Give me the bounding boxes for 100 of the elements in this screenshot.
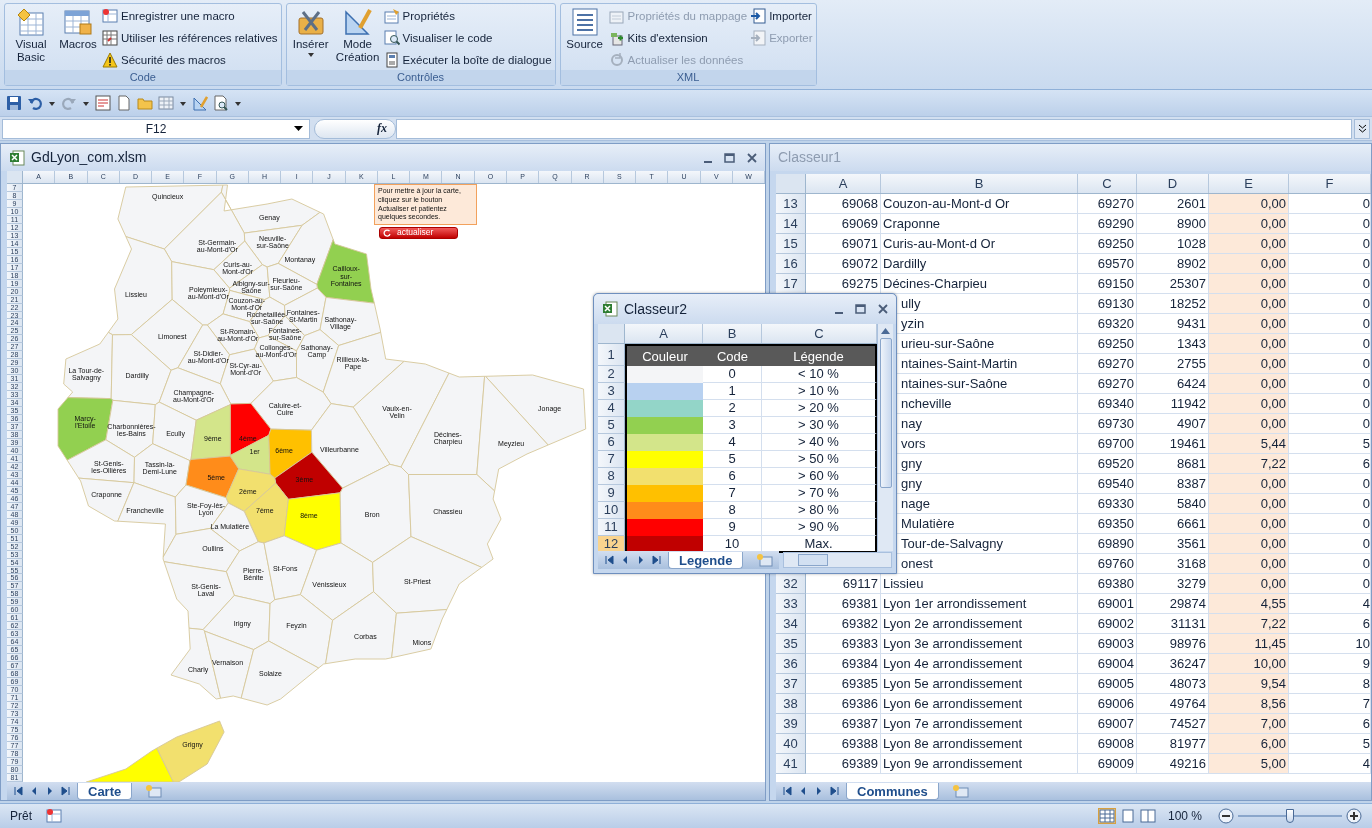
toolbar-button[interactable]	[6, 95, 22, 111]
row-header[interactable]: 14	[776, 214, 806, 234]
row-header[interactable]: 9	[598, 485, 625, 502]
row-header[interactable]: 1	[598, 344, 625, 366]
column-header[interactable]: A	[806, 174, 881, 193]
close-button[interactable]	[878, 304, 888, 314]
ribbon-button[interactable]: Sécurité des macros	[102, 51, 278, 69]
table-cell: 0	[1289, 194, 1371, 214]
ribbon-button[interactable]: Utiliser les références relatives	[102, 29, 278, 47]
row-header[interactable]: 16	[776, 254, 806, 274]
column-header[interactable]: F	[1289, 174, 1371, 193]
vertical-scrollbar[interactable]	[877, 324, 893, 551]
sheet-nav-button[interactable]	[814, 786, 824, 796]
table-cell: 0	[1289, 394, 1371, 414]
sheet-nav-button[interactable]	[45, 786, 55, 796]
page-layout-button[interactable]	[1119, 809, 1136, 823]
sheet-tab[interactable]: Communes	[846, 782, 939, 800]
zoom-slider[interactable]	[1238, 809, 1342, 823]
function-button[interactable]: fx	[314, 118, 396, 139]
zoom-in-button[interactable]	[1346, 808, 1362, 824]
table-cell: 8,56	[1209, 694, 1289, 714]
toolbar-button[interactable]	[48, 99, 56, 107]
macro-record-button[interactable]	[46, 808, 62, 824]
ribbon-button[interactable]: Exécuter la boîte de dialogue	[383, 51, 552, 69]
row-header[interactable]: 32	[776, 574, 806, 594]
row-header[interactable]: 34	[776, 614, 806, 634]
row-header[interactable]: 8	[598, 468, 625, 485]
table-cell: 6	[1289, 614, 1371, 634]
row-header[interactable]: 13	[776, 194, 806, 214]
row-header[interactable]: 41	[776, 754, 806, 774]
row-header[interactable]: 17	[776, 274, 806, 294]
column-header[interactable]: E	[1209, 174, 1289, 193]
maximize-button[interactable]	[724, 152, 735, 163]
page-break-button[interactable]	[1139, 809, 1156, 823]
import-icon	[750, 8, 767, 24]
sheet-tab[interactable]: Legende	[668, 551, 744, 569]
row-header[interactable]: 33	[776, 594, 806, 614]
row-header[interactable]: 3	[598, 383, 625, 400]
row-header[interactable]: 37	[776, 674, 806, 694]
ribbon-button[interactable]: Macros	[57, 6, 99, 70]
toolbar-button[interactable]	[82, 99, 90, 107]
row-header[interactable]: 4	[598, 400, 625, 417]
ribbon-button[interactable]: Mode Création	[334, 6, 381, 70]
row-header[interactable]: 36	[776, 654, 806, 674]
column-header[interactable]: B	[881, 174, 1078, 193]
refresh-button[interactable]: actualiser	[379, 227, 458, 239]
toolbar-button[interactable]	[179, 99, 187, 107]
table-cell: 69069	[806, 214, 881, 234]
minimize-icon	[704, 160, 712, 163]
horizontal-scrollbar[interactable]	[783, 552, 892, 568]
column-header[interactable]: D	[1137, 174, 1209, 193]
row-header[interactable]: 11	[598, 519, 625, 536]
ribbon-button[interactable]: Enregistrer une macro	[102, 7, 278, 25]
table-cell: 0	[1289, 274, 1371, 294]
toolbar-button[interactable]	[234, 99, 242, 107]
sheet-tab[interactable]: Carte	[77, 782, 133, 800]
sheet-nav-button[interactable]	[636, 555, 646, 565]
formula-field[interactable]	[396, 118, 1352, 139]
ribbon-button[interactable]: Visual Basic	[8, 6, 54, 70]
maximize-button[interactable]	[855, 304, 866, 314]
ribbon-button[interactable]: Importer	[750, 7, 813, 25]
zoom-out-button[interactable]	[1218, 808, 1234, 824]
ribbon-button[interactable]: Visualiser le code	[383, 29, 552, 47]
split-page-icon	[1139, 809, 1156, 823]
ribbon-button[interactable]: Propriétés	[383, 7, 552, 25]
column-header[interactable]: C	[1078, 174, 1137, 193]
row-header[interactable]: 39	[776, 714, 806, 734]
sheet-nav-button[interactable]	[652, 555, 662, 565]
ribbon-button[interactable]: Source	[563, 6, 606, 70]
column-header[interactable]: B	[703, 324, 762, 343]
name-box[interactable]: F12	[2, 118, 310, 139]
row-header[interactable]: 5	[598, 417, 625, 434]
close-icon	[878, 304, 888, 314]
toolbar-button[interactable]	[213, 95, 229, 111]
row-header[interactable]: 15	[776, 234, 806, 254]
first-sheet-icon	[782, 786, 792, 796]
expand-button[interactable]	[1354, 118, 1370, 139]
normal-view-button[interactable]	[1097, 808, 1116, 824]
row-header[interactable]: 10	[598, 502, 625, 519]
row-header[interactable]: 38	[776, 694, 806, 714]
row-header[interactable]: 2	[598, 366, 625, 383]
export-icon	[750, 30, 767, 46]
row-header[interactable]: 7	[598, 451, 625, 468]
row-header[interactable]: 6	[598, 434, 625, 451]
sheet-nav-button[interactable]	[604, 555, 614, 565]
ribbon-button[interactable]: Kits d'extension	[608, 29, 748, 47]
zoom-level[interactable]: 100 %	[1167, 807, 1202, 825]
row-header[interactable]: 40	[776, 734, 806, 754]
table-cell: 69290	[1078, 214, 1137, 234]
sheet-nav-button[interactable]	[13, 786, 23, 796]
sheet-nav-button[interactable]	[830, 786, 840, 796]
sheet-nav-button[interactable]	[782, 786, 792, 796]
sheet-nav-button[interactable]	[61, 786, 71, 796]
toolbar-button[interactable]	[27, 95, 43, 111]
row-header[interactable]: 35	[776, 634, 806, 654]
table-cell: 2	[703, 400, 762, 417]
ribbon-button[interactable]: Insérer	[289, 6, 332, 70]
column-header[interactable]: A	[625, 324, 703, 343]
slider-thumb[interactable]	[1286, 809, 1294, 823]
close-button[interactable]	[747, 152, 757, 163]
